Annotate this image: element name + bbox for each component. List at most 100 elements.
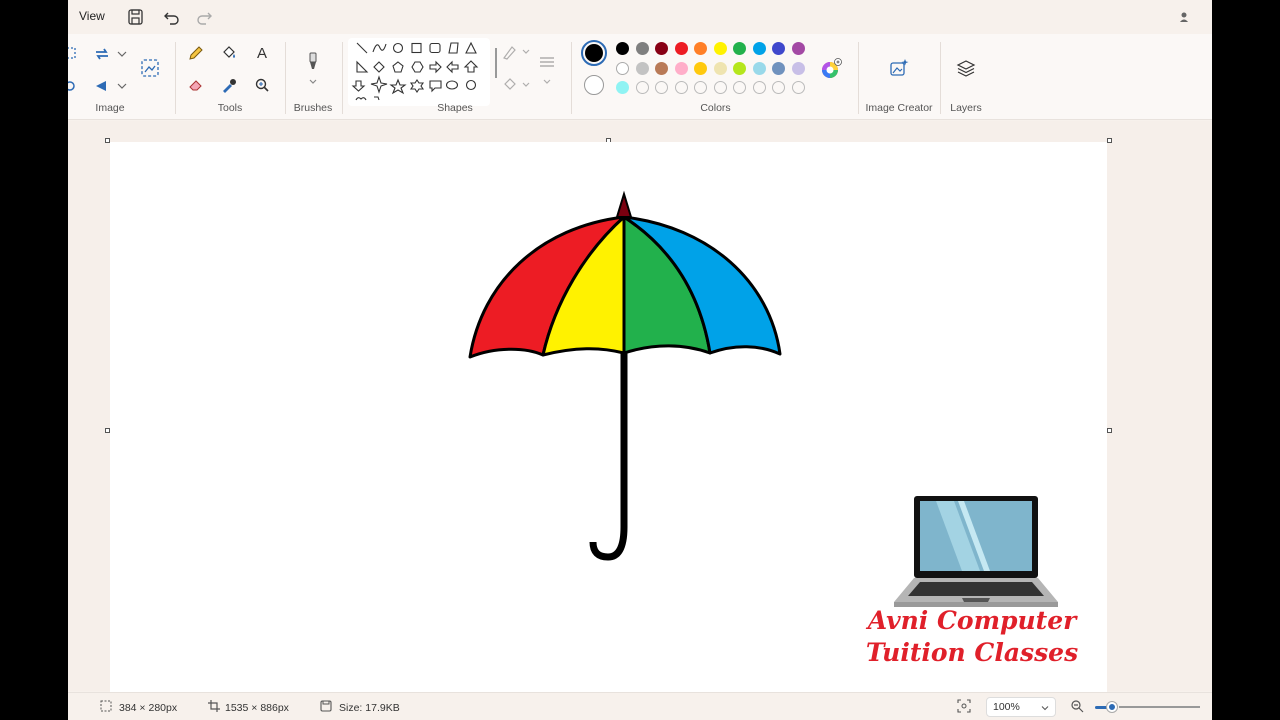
resize-handle[interactable]: [1107, 138, 1112, 143]
color-swatch[interactable]: [713, 61, 727, 75]
umbrella-handle: [589, 353, 628, 561]
crop-icon[interactable]: [92, 44, 112, 64]
divider: [858, 42, 859, 114]
custom-color-slot[interactable]: [713, 81, 727, 94]
zoom-value: 100%: [993, 701, 1020, 713]
custom-color-slot[interactable]: [694, 81, 707, 94]
magnifier-icon[interactable]: [252, 75, 272, 95]
image-select-icon[interactable]: [140, 58, 160, 78]
color-swatch[interactable]: [713, 42, 727, 55]
color-swatch[interactable]: [772, 42, 785, 55]
shape-size-icon[interactable]: [537, 52, 557, 72]
color-swatch[interactable]: [752, 61, 766, 75]
color-swatch[interactable]: [635, 61, 649, 75]
redo-icon[interactable]: [194, 7, 214, 27]
color-swatch[interactable]: [791, 61, 805, 75]
zoom-out-icon[interactable]: [1069, 698, 1085, 714]
paint-app-window: View Image A Tools Brushes Shapes Colors…: [68, 0, 1212, 720]
logo-line-1: Avni Computer: [867, 606, 1077, 635]
selection-icon: [100, 700, 112, 712]
title-bar: View: [68, 0, 1212, 34]
layers-group-label: Layers: [950, 102, 982, 114]
svg-text:A: A: [257, 45, 267, 62]
laptop-logo-image: [894, 496, 1058, 607]
umbrella-tip: [615, 190, 633, 218]
chevron-down-icon[interactable]: [112, 76, 132, 96]
save-icon[interactable]: [126, 7, 146, 27]
chevron-down-icon[interactable]: [303, 72, 323, 92]
zoom-slider-track[interactable]: [1119, 706, 1200, 708]
text-icon[interactable]: A: [252, 43, 272, 63]
custom-color-slot[interactable]: [752, 81, 766, 94]
color-swatch[interactable]: [616, 81, 629, 94]
layers-group: Layers: [943, 34, 989, 120]
custom-color-slot[interactable]: [772, 81, 785, 94]
color-swatch[interactable]: [655, 42, 668, 55]
chevron-down-icon: [1041, 706, 1049, 711]
divider: [940, 42, 941, 114]
color-swatch[interactable]: [655, 61, 668, 75]
selection-size: 384 × 280px: [119, 702, 178, 714]
primary-color-fill: [585, 44, 603, 62]
chevron-down-icon[interactable]: [112, 44, 132, 64]
color-swatch[interactable]: [752, 42, 766, 55]
status-bar: 384 × 280px 1535 × 886px Size: 17.9KB 10…: [68, 692, 1212, 720]
layers-icon[interactable]: [956, 58, 976, 78]
fit-to-window-icon[interactable]: [956, 698, 972, 714]
color-swatch[interactable]: [674, 42, 688, 55]
color-swatch[interactable]: [635, 42, 649, 55]
image-creator-icon[interactable]: [889, 58, 909, 78]
file-size: Size: 17.9KB: [339, 702, 400, 714]
colors-group: Colors: [573, 34, 858, 120]
image-creator-label: Image Creator: [865, 102, 933, 114]
chevron-down-icon[interactable]: [516, 75, 536, 95]
color-swatch[interactable]: [694, 61, 707, 75]
canvas-workspace: Avni Computer Tuition Classes: [68, 121, 1212, 692]
zoom-slider-thumb[interactable]: [1107, 702, 1117, 712]
color-swatch[interactable]: [772, 61, 785, 75]
custom-color-slot[interactable]: [655, 81, 668, 94]
custom-color-slot[interactable]: [733, 81, 746, 94]
secondary-color[interactable]: [584, 75, 604, 95]
shapes-gallery[interactable]: [348, 38, 490, 106]
chevron-down-icon[interactable]: [537, 72, 557, 92]
divider: [571, 42, 572, 114]
color-swatch[interactable]: [733, 42, 746, 55]
brush-icon[interactable]: [303, 51, 323, 71]
color-swatch[interactable]: [616, 42, 629, 55]
image-group: Image: [68, 34, 168, 120]
resize-handle[interactable]: [1107, 428, 1112, 433]
color-swatch[interactable]: [616, 61, 629, 75]
canvas-size: 1535 × 886px: [225, 702, 289, 714]
eraser-icon[interactable]: [186, 75, 206, 95]
resize-icon[interactable]: [68, 76, 80, 96]
rotate-icon[interactable]: [92, 76, 112, 96]
account-icon[interactable]: [1174, 7, 1194, 27]
fill-bucket-icon[interactable]: [219, 43, 239, 63]
zoom-select[interactable]: 100%: [986, 697, 1056, 717]
custom-color-slot[interactable]: [635, 81, 649, 94]
chevron-down-icon[interactable]: [516, 42, 536, 62]
primary-color[interactable]: [581, 40, 607, 66]
logo-line-2: Tuition Classes: [865, 638, 1079, 667]
color-swatch[interactable]: [791, 42, 805, 55]
custom-color-slot[interactable]: [791, 81, 805, 94]
color-swatch[interactable]: [674, 61, 688, 75]
drawing-canvas[interactable]: Avni Computer Tuition Classes: [110, 142, 1107, 692]
shapes-scrollbar[interactable]: [495, 48, 497, 78]
logo-text: Avni Computer Tuition Classes: [852, 605, 1092, 669]
view-menu[interactable]: View: [79, 9, 105, 23]
select-icon[interactable]: [68, 44, 80, 64]
undo-icon[interactable]: [162, 7, 182, 27]
image-group-label: Image: [95, 102, 125, 114]
color-picker-icon[interactable]: [219, 75, 239, 95]
color-swatch[interactable]: [733, 61, 746, 75]
colors-group-label: Colors: [700, 102, 731, 114]
edit-colors-icon[interactable]: [819, 57, 843, 81]
pencil-icon[interactable]: [186, 43, 206, 63]
save-icon: [320, 700, 332, 712]
color-swatch[interactable]: [694, 42, 707, 55]
tools-group-label: Tools: [217, 102, 243, 114]
divider: [175, 42, 176, 114]
custom-color-slot[interactable]: [674, 81, 688, 94]
